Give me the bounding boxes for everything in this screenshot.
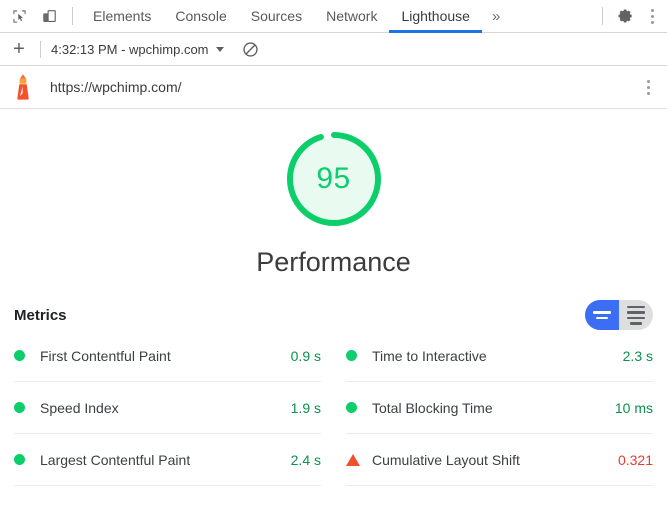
report-menu-icon[interactable] — [637, 74, 659, 100]
toggle-line — [596, 316, 608, 319]
metrics-column-left: First Contentful Paint 0.9 s Speed Index… — [14, 330, 321, 486]
metric-row[interactable]: First Contentful Paint 0.9 s — [14, 330, 321, 382]
clear-all-icon — [243, 41, 258, 57]
tab-label: Lighthouse — [401, 8, 470, 24]
metrics-columns: First Contentful Paint 0.9 s Speed Index… — [0, 330, 667, 486]
toggle-line — [630, 322, 642, 325]
lighthouse-subtoolbar: + 4:32:13 PM - wpchimp.com — [0, 33, 667, 66]
toggle-line — [593, 311, 611, 314]
metric-row[interactable]: Cumulative Layout Shift 0.321 — [346, 434, 653, 486]
report-run-label: 4:32:13 PM - wpchimp.com — [51, 41, 209, 57]
performance-gauge: 95 — [284, 129, 384, 229]
status-circle-icon — [14, 402, 25, 413]
devtools-tab-strip: Elements Console Sources Network Lightho… — [81, 0, 482, 33]
more-vertical-icon[interactable] — [641, 3, 663, 29]
device-toolbar-glyph — [42, 9, 56, 22]
metric-value: 2.4 s — [290, 451, 321, 468]
dot — [646, 79, 650, 83]
status-circle-icon — [346, 402, 357, 413]
metric-label: Largest Contentful Paint — [40, 451, 191, 468]
tab-overflow-button[interactable]: » — [482, 8, 510, 25]
tab-sources[interactable]: Sources — [239, 0, 314, 33]
gear-glyph — [618, 9, 632, 23]
performance-score: 95 — [316, 162, 351, 195]
toolbar-divider — [72, 7, 73, 25]
tab-lighthouse[interactable]: Lighthouse — [389, 0, 482, 33]
chevron-double-right-icon: » — [491, 7, 501, 25]
dot — [650, 14, 654, 18]
tab-label: Elements — [93, 8, 152, 24]
metric-row[interactable]: Time to Interactive 2.3 s — [346, 330, 653, 382]
devtools-toolbar-right — [594, 2, 667, 30]
status-circle-icon — [346, 350, 357, 361]
plus-icon: + — [13, 38, 25, 60]
metric-status-icon — [14, 350, 40, 361]
metric-status-icon — [14, 454, 40, 465]
metric-row[interactable]: Speed Index 1.9 s — [14, 382, 321, 434]
report-url-bar: https://wpchimp.com/ — [0, 66, 667, 109]
inspect-element-icon[interactable] — [4, 2, 34, 30]
subtoolbar-divider — [40, 40, 41, 58]
metric-label: First Contentful Paint — [40, 347, 171, 364]
performance-gauge-section: 95 Performance — [0, 109, 667, 278]
metric-label: Cumulative Layout Shift — [372, 451, 520, 468]
metric-value: 0.321 — [617, 451, 653, 468]
metric-value: 2.3 s — [622, 347, 653, 364]
metric-label: Time to Interactive — [372, 347, 487, 364]
toolbar-divider-right — [602, 7, 603, 25]
metrics-column-right: Time to Interactive 2.3 s Total Blocking… — [346, 330, 653, 486]
dot — [650, 8, 654, 12]
metric-row[interactable]: Largest Contentful Paint 2.4 s — [14, 434, 321, 486]
metric-status-icon — [14, 402, 40, 413]
toggle-line — [627, 311, 645, 314]
dot — [646, 91, 650, 95]
simple-view-toggle[interactable] — [585, 300, 619, 330]
performance-category-title: Performance — [256, 247, 411, 277]
dot — [650, 20, 654, 24]
tab-elements[interactable]: Elements — [81, 0, 163, 33]
metric-label: Total Blocking Time — [372, 399, 493, 416]
tab-console[interactable]: Console — [163, 0, 238, 33]
metric-value: 1.9 s — [290, 399, 321, 416]
metric-status-icon — [346, 350, 372, 361]
tab-label: Console — [175, 8, 227, 24]
metric-value: 10 ms — [614, 399, 653, 416]
toggle-line — [627, 316, 645, 319]
lighthouse-logo-icon — [17, 74, 29, 100]
tab-label: Sources — [250, 8, 303, 24]
new-audit-button[interactable]: + — [6, 37, 32, 61]
status-triangle-icon — [346, 453, 360, 466]
detail-view-toggle[interactable] — [619, 300, 653, 330]
dot — [646, 85, 650, 89]
tab-label: Network — [326, 8, 378, 24]
device-toolbar-icon[interactable] — [34, 2, 64, 30]
metric-status-icon — [346, 402, 372, 413]
inspect-element-glyph — [12, 9, 26, 23]
metrics-header: Metrics — [0, 278, 667, 330]
metric-row[interactable]: Total Blocking Time 10 ms — [346, 382, 653, 434]
devtools-toolbar: Elements Console Sources Network Lightho… — [0, 0, 667, 33]
gear-icon[interactable] — [611, 2, 641, 30]
metric-status-icon — [346, 453, 372, 466]
lighthouse-report: 95 Performance Metrics First Contentful … — [0, 109, 667, 486]
chevron-down-icon — [215, 46, 224, 52]
metric-value: 0.9 s — [290, 347, 321, 364]
metric-label: Speed Index — [40, 399, 119, 416]
metrics-view-toggle — [585, 300, 653, 330]
tab-network[interactable]: Network — [314, 0, 389, 33]
clear-all-button[interactable] — [240, 38, 262, 60]
report-run-select[interactable]: 4:32:13 PM - wpchimp.com — [49, 40, 226, 59]
report-url-text: https://wpchimp.com/ — [50, 79, 182, 95]
toggle-line — [627, 305, 645, 308]
status-circle-icon — [14, 350, 25, 361]
metrics-section-title: Metrics — [14, 306, 67, 324]
status-circle-icon — [14, 454, 25, 465]
